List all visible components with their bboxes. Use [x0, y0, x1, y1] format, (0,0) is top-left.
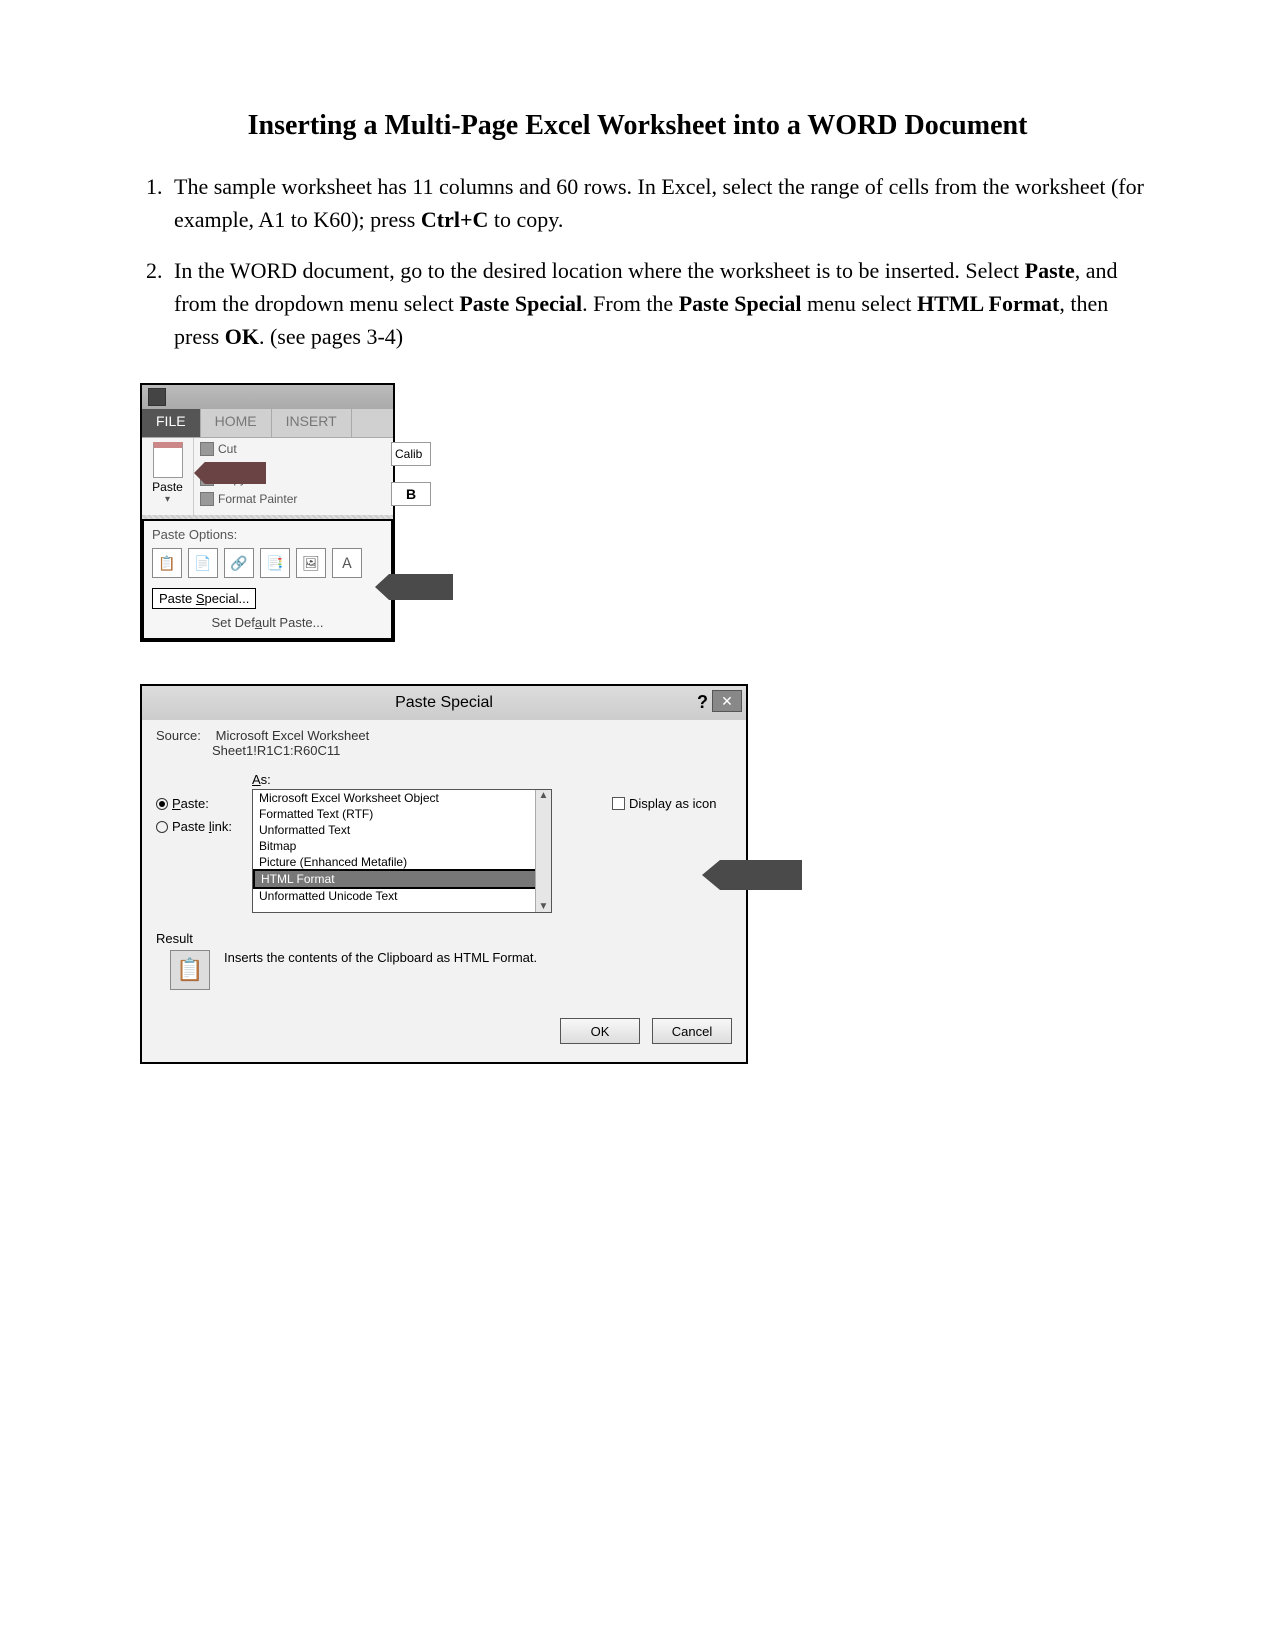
format-painter-button[interactable]: Format Painter — [200, 492, 387, 506]
clipboard-group: Cut Copy Format Painter Calib B — [194, 438, 393, 515]
paste-options-icons: 📋 📄 🔗 📑 🖼 Ａ — [152, 548, 383, 578]
radio-icon — [156, 798, 168, 810]
callout-arrow-icon — [194, 462, 266, 484]
ribbon-home-group: Paste ▾ Cut Copy Format Painter Calib B — [142, 437, 393, 515]
paste-split-button[interactable]: Paste ▾ — [142, 438, 194, 515]
page-title: Inserting a Multi-Page Excel Worksheet i… — [130, 110, 1145, 142]
paste-option-5-icon[interactable]: 🖼 — [296, 548, 326, 578]
paste-icon — [153, 442, 183, 478]
bold-button[interactable]: B — [391, 482, 431, 506]
result-section: Result 📋 Inserts the contents of the Cli… — [156, 931, 732, 990]
source-line-2: Sheet1!R1C1:R60C11 — [156, 743, 732, 758]
paste-label: Paste — [152, 480, 183, 494]
result-text: Inserts the contents of the Clipboard as… — [224, 950, 537, 965]
list-item[interactable]: Unformatted Text — [253, 822, 551, 838]
dialog-title: Paste Special — [395, 694, 493, 712]
dialog-buttons: OK Cancel — [156, 1018, 732, 1048]
word-app-icon — [148, 388, 166, 406]
callout-arrow-icon — [702, 860, 802, 890]
close-button[interactable]: ✕ — [712, 690, 742, 712]
paste-option-4-icon[interactable]: 📑 — [260, 548, 290, 578]
word-ribbon-figure: FILE HOME INSERT Paste ▾ Cut Copy Format… — [140, 383, 395, 642]
result-label: Result — [156, 931, 732, 946]
tab-insert[interactable]: INSERT — [272, 409, 352, 437]
list-item[interactable]: Picture (Enhanced Metafile) — [253, 854, 551, 870]
paste-option-3-icon[interactable]: 🔗 — [224, 548, 254, 578]
radio-paste[interactable]: Paste: — [156, 796, 242, 811]
scissors-icon — [200, 442, 214, 456]
font-family-selector[interactable]: Calib — [391, 442, 431, 466]
instruction-step-2: In the WORD document, go to the desired … — [168, 254, 1145, 353]
list-item[interactable]: Formatted Text (RTF) — [253, 806, 551, 822]
dialog-titlebar: Paste Special ? ✕ — [142, 686, 746, 720]
as-label: As: — [252, 772, 602, 787]
ribbon-tabs: FILE HOME INSERT — [142, 409, 393, 437]
help-button[interactable]: ? — [697, 692, 708, 713]
right-column: Display as icon — [612, 772, 732, 913]
paste-option-2-icon[interactable]: 📄 — [188, 548, 218, 578]
list-item[interactable]: Microsoft Excel Worksheet Object — [253, 790, 551, 806]
ok-button[interactable]: OK — [560, 1018, 640, 1044]
source-line: Source: Microsoft Excel Worksheet — [156, 728, 732, 743]
paste-options-heading: Paste Options: — [152, 527, 383, 542]
tab-home[interactable]: HOME — [201, 409, 272, 437]
brush-icon — [200, 492, 214, 506]
paste-special-row: Paste Special... — [152, 588, 383, 609]
cut-button[interactable]: Cut — [200, 442, 387, 456]
instruction-list: The sample worksheet has 11 columns and … — [130, 170, 1145, 353]
tab-file[interactable]: FILE — [142, 409, 201, 437]
clipboard-result-icon: 📋 — [170, 950, 210, 990]
titlebar — [142, 385, 393, 409]
instruction-step-1: The sample worksheet has 11 columns and … — [168, 170, 1145, 236]
set-default-paste-menu-item[interactable]: Set Default Paste... — [152, 615, 383, 630]
dialog-body: Source: Microsoft Excel Worksheet Sheet1… — [142, 720, 746, 1062]
callout-arrow-icon — [375, 574, 453, 600]
paste-option-6-icon[interactable]: Ａ — [332, 548, 362, 578]
format-listbox[interactable]: Microsoft Excel Worksheet Object Formatt… — [252, 789, 552, 913]
paste-option-1-icon[interactable]: 📋 — [152, 548, 182, 578]
radio-icon — [156, 821, 168, 833]
scrollbar[interactable]: ▲▼ — [535, 790, 551, 912]
paste-special-dialog: Paste Special ? ✕ Source: Microsoft Exce… — [140, 684, 748, 1064]
radio-paste-link[interactable]: Paste link: — [156, 819, 242, 834]
list-item[interactable]: Unformatted Unicode Text — [253, 888, 551, 904]
scroll-down-icon[interactable]: ▼ — [539, 901, 549, 912]
cancel-button[interactable]: Cancel — [652, 1018, 732, 1044]
paste-dropdown-menu: Paste Options: 📋 📄 🔗 📑 🖼 Ａ Paste Special… — [142, 519, 393, 640]
paste-special-menu-item[interactable]: Paste Special... — [152, 588, 256, 609]
list-item[interactable]: Bitmap — [253, 838, 551, 854]
format-list-column: As: Microsoft Excel Worksheet Object For… — [252, 772, 602, 913]
checkbox-icon — [612, 797, 625, 810]
list-item-selected[interactable]: HTML Format — [253, 869, 551, 889]
display-as-icon-checkbox[interactable]: Display as icon — [612, 796, 732, 811]
radio-group: Paste: Paste link: — [156, 772, 242, 913]
scroll-up-icon[interactable]: ▲ — [539, 790, 549, 801]
chevron-down-icon[interactable]: ▾ — [165, 494, 170, 505]
